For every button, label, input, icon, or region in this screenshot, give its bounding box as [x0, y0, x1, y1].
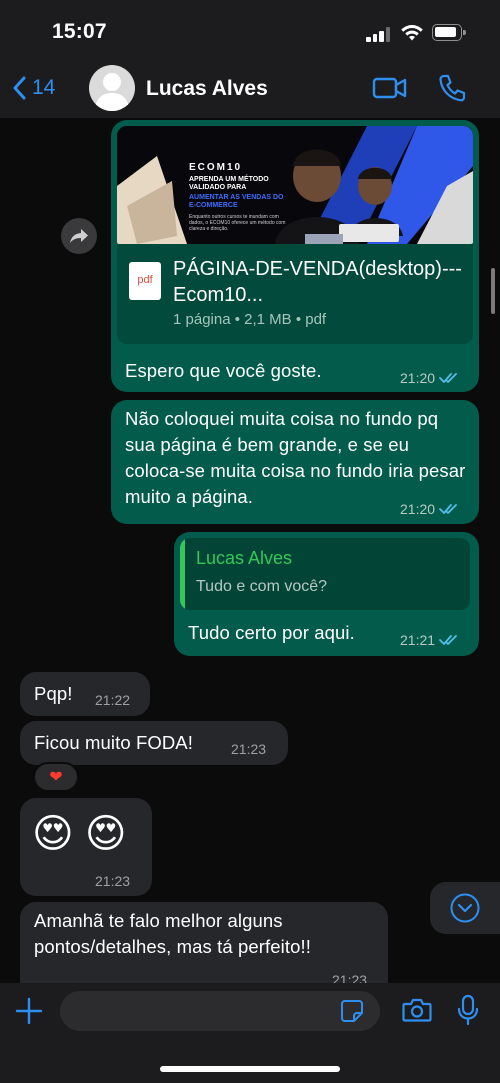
message-time: 21:23	[332, 972, 368, 983]
message-text: Pqp!	[34, 683, 73, 704]
chevron-left-icon	[13, 76, 26, 100]
outgoing-reply-message[interactable]: Lucas Alves Tudo e com você? Tudo certo …	[174, 532, 479, 656]
incoming-message[interactable]: Pqp! 21:22	[20, 672, 150, 716]
double-check-icon	[439, 504, 457, 514]
thumbnail-image	[117, 126, 473, 244]
quoted-message[interactable]: Lucas Alves Tudo e com você?	[180, 538, 470, 610]
sticker-icon[interactable]	[340, 999, 364, 1023]
chat-area[interactable]: ECOM10 APRENDA UM MÉTODO VALIDADO PARA A…	[0, 118, 500, 983]
smiling-face-with-heart-eyes-icon: 😍 😍	[32, 812, 127, 856]
phone-call-icon[interactable]	[438, 73, 466, 103]
battery-icon	[432, 24, 466, 41]
document-thumbnail[interactable]: ECOM10 APRENDA UM MÉTODO VALIDADO PARA A…	[117, 126, 473, 244]
document-info[interactable]: pdf PÁGINA-DE-VENDA(desktop)---Ecom10...…	[117, 244, 473, 344]
unread-count: 14	[32, 76, 56, 99]
message-text: Amanhã te falo melhor alguns pontos/deta…	[34, 910, 311, 957]
document-file-meta: 1 página • 2,1 MB • pdf	[173, 311, 327, 328]
pdf-file-icon: pdf	[129, 262, 161, 300]
outgoing-message[interactable]: Não coloquei muita coisa no fundo pq sua…	[111, 400, 479, 524]
forward-button[interactable]	[61, 218, 97, 254]
message-text: Ficou muito FODA!	[34, 732, 193, 753]
avatar[interactable]	[89, 65, 135, 111]
quote-bar	[180, 538, 185, 610]
cellular-signal-icon	[366, 26, 392, 42]
incoming-message[interactable]: Ficou muito FODA! 21:23	[20, 721, 288, 765]
chevron-down-circle-icon	[450, 893, 480, 923]
contact-name[interactable]: Lucas Alves	[146, 77, 268, 101]
message-input-bar	[0, 983, 500, 1083]
plus-icon[interactable]	[14, 996, 44, 1026]
wifi-icon	[401, 25, 423, 41]
message-text: Não coloquei muita coisa no fundo pq sua…	[125, 408, 466, 507]
document-file-name: PÁGINA-DE-VENDA(desktop)---Ecom10...	[173, 258, 462, 306]
person-icon	[95, 73, 129, 111]
double-check-icon	[439, 373, 457, 383]
message-time: 21:20	[400, 370, 436, 386]
message-meta: 21:21	[400, 632, 459, 648]
message-time: 21:23	[231, 741, 267, 757]
document-message[interactable]: ECOM10 APRENDA UM MÉTODO VALIDADO PARA A…	[111, 120, 479, 392]
video-call-icon[interactable]	[372, 75, 408, 101]
thumbnail-brand: ECOM10	[189, 162, 243, 173]
quote-text: Tudo e com você?	[196, 578, 328, 595]
thumbnail-highlight: AUMENTAR AS VENDAS DO E-COMMERCE	[189, 194, 284, 209]
quote-author: Lucas Alves	[196, 548, 293, 568]
thumbnail-headline: APRENDA UM MÉTODO VALIDADO PARA	[189, 176, 269, 191]
status-bar: 15:07	[0, 0, 500, 62]
message-time: 21:22	[95, 692, 131, 708]
message-meta: 21:20	[400, 370, 459, 386]
thumbnail-body: Enquanto outros cursos te inundam com da…	[189, 214, 286, 232]
scrollbar[interactable]	[491, 268, 495, 314]
message-input[interactable]	[60, 991, 380, 1031]
chat-header: 14 Lucas Alves	[0, 62, 500, 118]
incoming-emoji-message[interactable]: 😍 😍 21:23	[20, 798, 152, 896]
message-text: Tudo certo por aqui.	[188, 622, 355, 643]
forward-arrow-icon	[70, 229, 88, 243]
heart-reaction[interactable]: ❤	[33, 762, 79, 792]
message-meta: 21:20	[400, 501, 459, 517]
message-time: 21:20	[400, 501, 436, 517]
camera-icon[interactable]	[402, 997, 432, 1023]
status-time: 15:07	[52, 20, 107, 43]
message-time: 21:21	[400, 632, 436, 648]
message-text: Espero que você goste.	[125, 360, 322, 381]
microphone-icon[interactable]	[456, 994, 480, 1026]
back-button[interactable]: 14	[12, 76, 55, 100]
message-time: 21:23	[95, 873, 131, 889]
double-check-icon	[439, 635, 457, 645]
home-indicator	[160, 1066, 340, 1072]
incoming-message[interactable]: Amanhã te falo melhor alguns pontos/deta…	[20, 902, 388, 983]
scroll-to-bottom-button[interactable]	[430, 882, 500, 934]
heart-icon: ❤	[49, 769, 63, 786]
